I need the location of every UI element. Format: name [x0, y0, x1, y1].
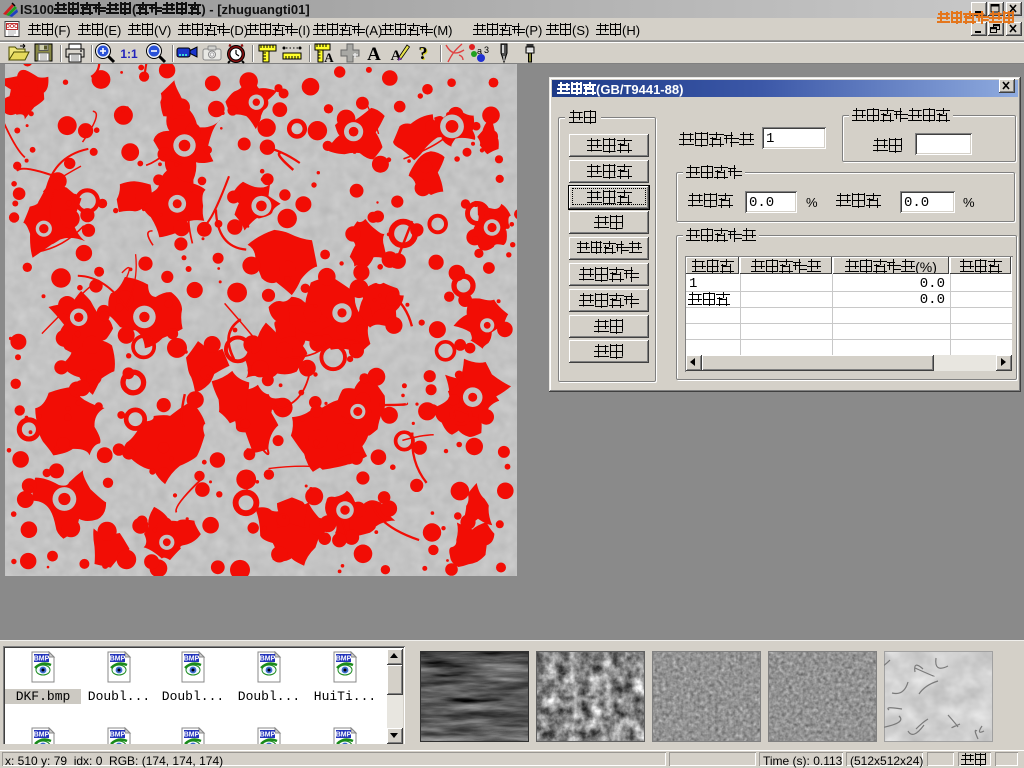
svg-text:A: A [367, 44, 381, 65]
svg-text:BMP: BMP [336, 656, 352, 663]
svg-text:?: ? [419, 43, 428, 63]
svg-text:BMP: BMP [110, 656, 126, 663]
svg-text:BMP: BMP [110, 732, 126, 739]
svg-text:1:1: 1:1 [120, 47, 138, 61]
svg-text:BMP: BMP [260, 656, 276, 663]
svg-text:BMP: BMP [34, 732, 50, 739]
svg-text:BMP: BMP [184, 656, 200, 663]
svg-text:BMP: BMP [184, 732, 200, 739]
svg-text:BMP: BMP [260, 732, 276, 739]
svg-text:BMP: BMP [336, 732, 352, 739]
svg-text:DOC: DOC [6, 24, 18, 30]
svg-text:A: A [324, 50, 334, 65]
svg-text:3: 3 [484, 45, 489, 55]
svg-text:BMP: BMP [34, 656, 50, 663]
